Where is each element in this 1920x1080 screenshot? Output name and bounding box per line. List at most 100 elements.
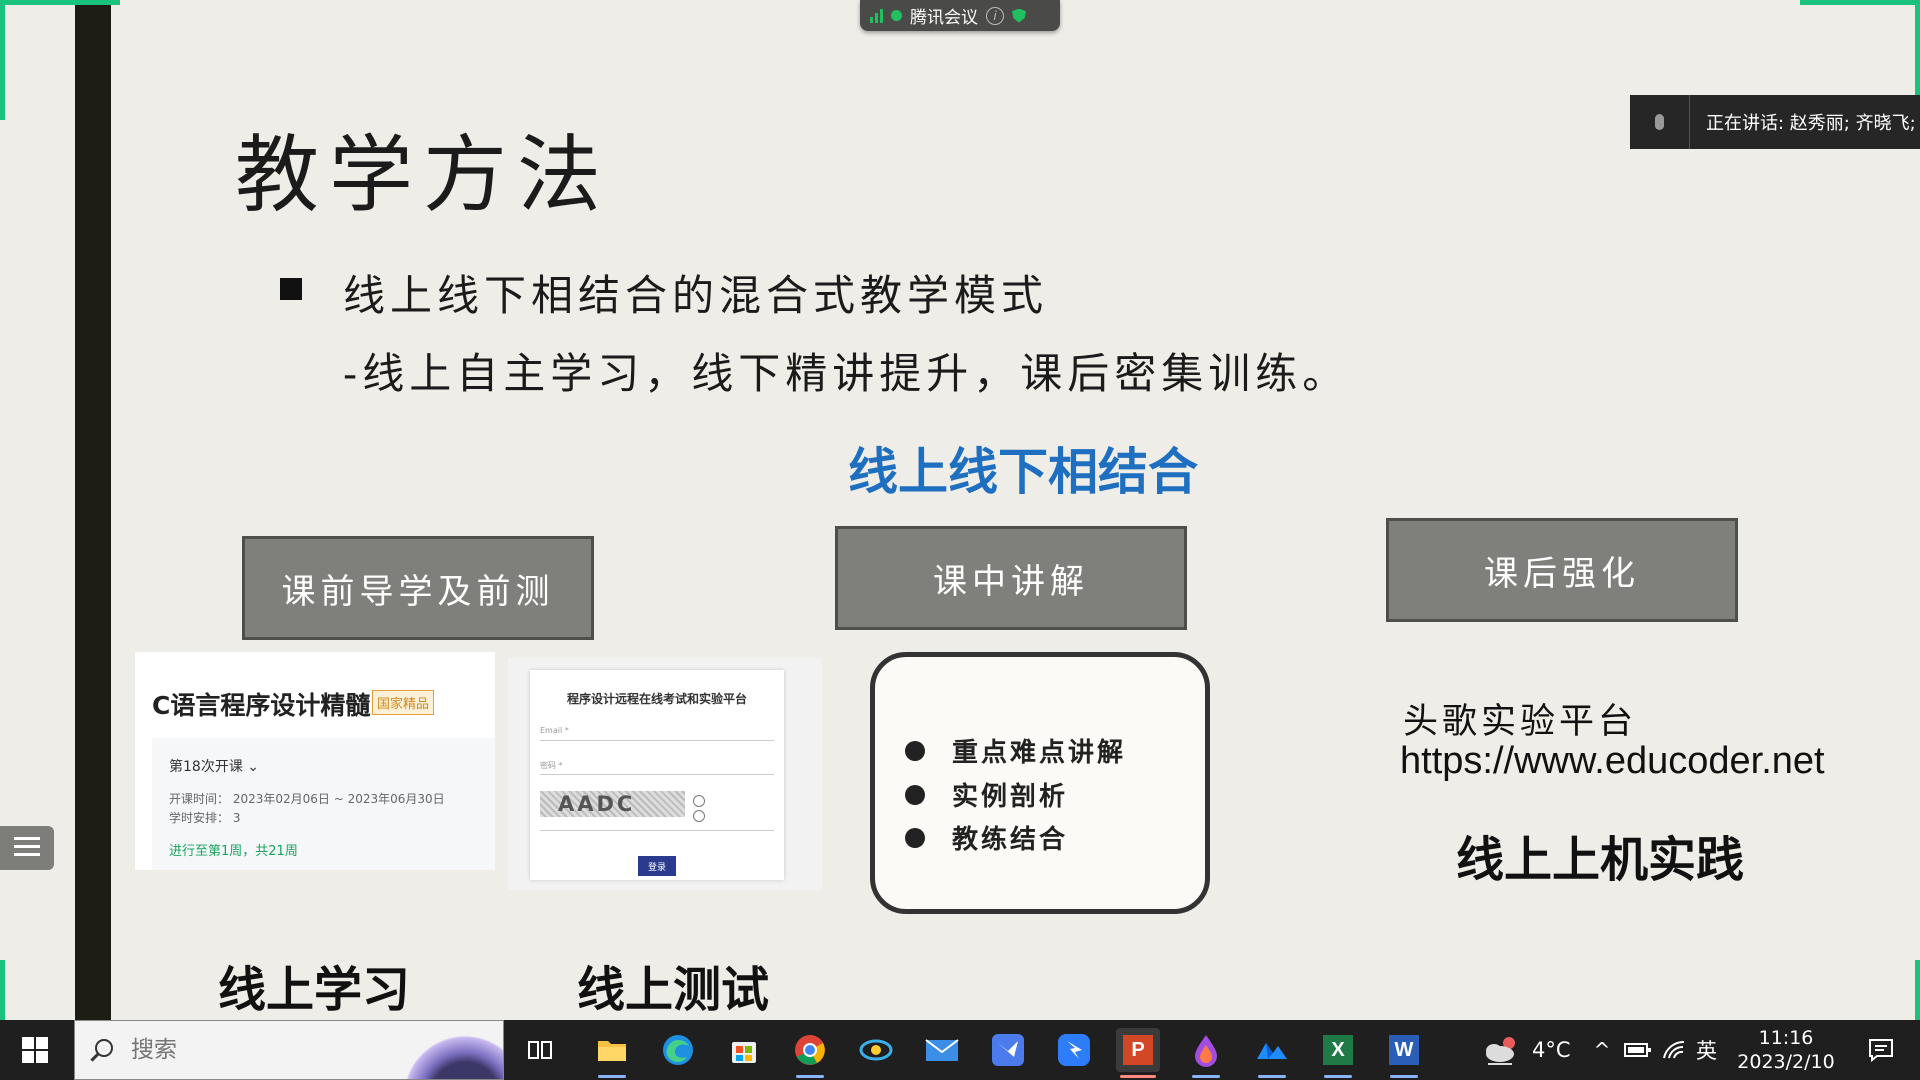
weather-widget[interactable]: 4°C	[1482, 1020, 1571, 1080]
share-corner-tl-h	[0, 0, 120, 5]
powerpoint-icon: P	[1123, 1035, 1153, 1065]
signal-icon	[870, 8, 883, 23]
shield-icon[interactable]	[1012, 8, 1026, 23]
lecture-item: 重点难点讲解	[905, 732, 1126, 769]
meeting-app-name: 腾讯会议	[910, 8, 978, 28]
search-input[interactable]	[131, 1035, 381, 1065]
email-underline	[540, 740, 774, 741]
password-label: 密码 *	[540, 761, 563, 770]
course-info-panel: 第18次开课 ⌄ 开课时间： 2023年02月06日 ~ 2023年06月30日…	[152, 738, 495, 870]
taskbar-app-tencent-meeting[interactable]	[1250, 1028, 1294, 1078]
slide-left-bar	[75, 0, 111, 1020]
info-icon[interactable]: i	[986, 6, 1004, 25]
running-indicator	[1324, 1075, 1352, 1078]
course-badge: 国家精品	[372, 690, 435, 715]
wifi-icon	[1663, 1040, 1685, 1059]
taskbar-app-powerpoint[interactable]: P	[1116, 1028, 1160, 1078]
search-highlight-art	[395, 1027, 503, 1079]
caption-online-practice: 线上上机实践	[1456, 832, 1745, 888]
lecture-points-box: 重点难点讲解 实例剖析 教练结合	[870, 652, 1210, 914]
running-indicator	[1192, 1075, 1220, 1078]
taskbar-app-store[interactable]	[722, 1028, 766, 1072]
lecture-item: 教练结合	[905, 819, 1068, 856]
weather-temperature: 4°C	[1532, 1038, 1571, 1062]
taskbar-app-excel[interactable]: X	[1316, 1028, 1360, 1078]
refresh-icon	[693, 795, 705, 807]
windows-logo-icon	[22, 1037, 48, 1063]
caption-online-learning: 线上学习	[218, 962, 411, 1018]
list-icon	[14, 837, 40, 859]
course-hours: 学时安排： 3	[169, 811, 241, 825]
taskbar-app-lark[interactable]	[986, 1028, 1030, 1072]
task-view-icon	[528, 1041, 552, 1059]
battery-icon	[1624, 1043, 1651, 1057]
taskbar-app-eye[interactable]	[854, 1028, 898, 1072]
caption-online-test: 线上测试	[577, 962, 770, 1018]
shared-screen: 腾讯会议 i 正在讲话: 赵秀丽; 齐晓飞; 教学方法 线上线下相结合的混合式教…	[0, 0, 1920, 1020]
notification-icon	[1869, 1039, 1893, 1062]
outline-toggle-button[interactable]	[0, 826, 54, 870]
network-status[interactable]	[1662, 1020, 1686, 1080]
taskbar-app-droplet[interactable]	[1184, 1028, 1228, 1078]
ime-indicator[interactable]: 英	[1696, 1020, 1717, 1080]
email-label: Email *	[540, 726, 569, 735]
taskbar-app-word[interactable]: W	[1382, 1028, 1426, 1078]
captcha-image: AADC	[540, 791, 685, 817]
task-view-button[interactable]	[518, 1028, 562, 1072]
lark-icon	[992, 1034, 1024, 1066]
lecture-item: 实例剖析	[905, 776, 1068, 813]
meeting-status-pill[interactable]: 腾讯会议 i	[860, 0, 1060, 31]
dingtalk-icon	[1058, 1034, 1090, 1066]
bullet-dot-icon	[905, 740, 925, 761]
captcha-underline	[540, 830, 774, 831]
tray-overflow-button[interactable]: ^	[1590, 1020, 1614, 1080]
course-card-screenshot: C语言程序设计精髓 国家精品 第18次开课 ⌄ 开课时间： 2023年02月06…	[135, 652, 495, 870]
share-corner-bl-v	[0, 960, 5, 1020]
taskbar-app-edge[interactable]	[656, 1028, 700, 1072]
course-title: C语言程序设计精髓	[152, 691, 371, 720]
speaking-indicator: 正在讲话: 赵秀丽; 齐晓飞;	[1630, 95, 1920, 149]
clock[interactable]: 11:16 2023/2/10	[1736, 1020, 1836, 1080]
taskbar-app-dingtalk[interactable]	[1052, 1028, 1096, 1072]
course-time: 开课时间： 2023年02月06日 ~ 2023年06月30日	[169, 792, 445, 806]
box-in-class: 课中讲解	[835, 526, 1187, 630]
running-indicator	[1120, 1075, 1156, 1078]
running-indicator	[1390, 1075, 1418, 1078]
word-icon: W	[1389, 1035, 1419, 1065]
bullet-dot-icon	[905, 827, 925, 848]
speaking-names: 正在讲话: 赵秀丽; 齐晓飞;	[1706, 113, 1916, 134]
clock-time: 11:16	[1758, 1027, 1814, 1049]
chevron-down-icon: ⌄	[247, 759, 260, 775]
excel-icon: X	[1323, 1035, 1353, 1065]
notification-center-button[interactable]	[1856, 1020, 1906, 1080]
taskbar-search-box[interactable]	[74, 1020, 504, 1080]
educoder-name: 头歌实验平台	[1403, 702, 1638, 742]
course-session: 第18次开课 ⌄	[169, 759, 260, 775]
battery-status[interactable]	[1624, 1020, 1652, 1080]
login-button: 登录	[638, 856, 676, 876]
login-form: 程序设计远程在线考试和实验平台 Email * 密码 * AADC 登录	[530, 670, 784, 880]
bullet-square-icon	[280, 278, 302, 300]
running-indicator	[1258, 1075, 1286, 1078]
taskbar-app-chrome[interactable]	[788, 1028, 832, 1078]
course-progress: 进行至第1周，共21周	[169, 844, 298, 859]
status-dot-icon	[891, 10, 902, 21]
share-corner-br-v	[1915, 960, 1920, 1020]
edge-browser-icon	[663, 1035, 693, 1065]
slide-title: 教学方法	[235, 126, 612, 224]
taskbar-app-file-explorer[interactable]	[590, 1028, 634, 1078]
bullet-line-1: 线上线下相结合的混合式教学模式	[343, 271, 1049, 320]
microphone-icon	[1630, 95, 1690, 149]
bullet-line-2: -线上自主学习，线下精讲提升，课后密集训练。	[343, 349, 1350, 398]
start-button[interactable]	[0, 1020, 70, 1080]
taskbar-app-mail[interactable]	[920, 1028, 964, 1072]
taskbar: P X W 4°C ^ 英 11:16 2023/2/10	[0, 1020, 1920, 1080]
exam-platform-screenshot: 程序设计远程在线考试和实验平台 Email * 密码 * AADC 登录	[508, 658, 822, 890]
exam-platform-title: 程序设计远程在线考试和实验平台	[566, 692, 747, 706]
mail-icon	[925, 1039, 959, 1061]
share-corner-tr-h	[1800, 0, 1920, 5]
cloud-weather-icon	[1486, 1037, 1515, 1065]
caret-up-icon: ^	[1593, 1038, 1611, 1062]
bullet-dot-icon	[905, 784, 925, 805]
tencent-meeting-icon	[1257, 1043, 1287, 1059]
